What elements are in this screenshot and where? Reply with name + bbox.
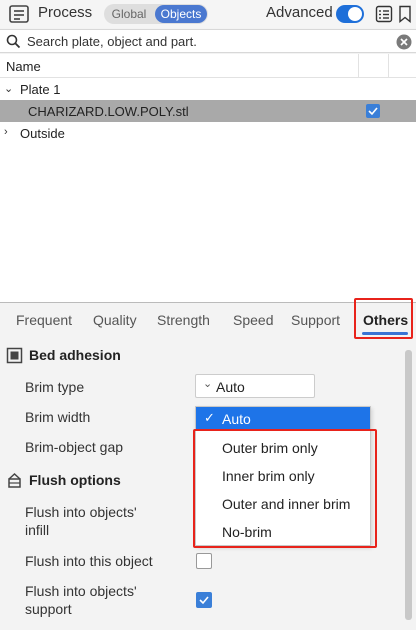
chevron-down-icon: ⌄ — [203, 378, 213, 390]
name-column-header[interactable]: Name — [6, 59, 41, 74]
check-icon: ✓ — [204, 410, 215, 425]
checkmark-icon — [199, 596, 209, 605]
column-divider — [388, 54, 389, 78]
process-settings-icon — [9, 5, 29, 23]
expand-down-icon[interactable]: ⌄ — [4, 82, 13, 95]
advanced-label: Advanced — [266, 4, 333, 21]
tab-strength[interactable]: Strength — [157, 312, 210, 328]
checkmark-icon — [368, 107, 378, 116]
tab-support[interactable]: Support — [291, 312, 340, 328]
tree-row-plate[interactable]: ⌄ Plate 1 — [0, 78, 416, 100]
highlight-box-others-tab — [354, 298, 413, 339]
search-icon — [6, 34, 21, 49]
plate-label: Plate 1 — [20, 82, 61, 97]
flush-infill-label-line1: Flush into objects' — [25, 504, 137, 520]
flush-support-label-line2: support — [25, 601, 72, 617]
panel-title: Process — [38, 4, 93, 21]
flush-options-icon — [8, 472, 21, 488]
tab-quality[interactable]: Quality — [93, 312, 137, 328]
brim-type-value: Auto — [216, 379, 245, 395]
flush-infill-label-line2: infill — [25, 522, 50, 538]
brim-width-label: Brim width — [25, 409, 91, 425]
object-tree: Name ⌄ Plate 1 CHARIZARD.LOW.POLY.stl › … — [0, 54, 416, 303]
global-objects-switch[interactable]: Global Objects — [104, 4, 208, 24]
outside-label: Outside — [20, 126, 65, 141]
save-preset-icon[interactable] — [397, 5, 413, 23]
expand-right-icon[interactable]: › — [4, 126, 8, 138]
highlight-box-brim-options — [193, 429, 377, 548]
tree-row-object[interactable]: CHARIZARD.LOW.POLY.stl — [0, 100, 416, 122]
dropdown-option-auto[interactable]: ✓ Auto — [196, 407, 370, 429]
advanced-toggle[interactable] — [336, 5, 364, 23]
flush-support-label-line1: Flush into objects' — [25, 583, 137, 599]
settings-scrollbar[interactable] — [405, 350, 412, 620]
compare-list-icon[interactable] — [375, 5, 393, 23]
tree-header: Name — [0, 54, 416, 78]
section-title-bed-adhesion: Bed adhesion — [29, 347, 121, 363]
object-label: CHARIZARD.LOW.POLY.stl — [28, 104, 189, 119]
search-bar — [0, 29, 416, 53]
object-checkbox[interactable] — [366, 104, 380, 118]
column-divider — [358, 54, 359, 78]
brim-object-gap-label: Brim-object gap — [25, 439, 124, 455]
flush-this-object-label: Flush into this object — [25, 553, 153, 569]
toggle-knob — [348, 7, 362, 21]
option-label: Auto — [222, 411, 251, 427]
process-header: Process Global Objects Advanced — [0, 0, 416, 28]
section-title-flush-options: Flush options — [29, 472, 121, 488]
brim-type-label: Brim type — [25, 379, 85, 395]
flush-this-object-checkbox[interactable] — [196, 553, 212, 569]
tab-frequent[interactable]: Frequent — [16, 312, 72, 328]
clear-search-icon[interactable] — [396, 34, 412, 50]
search-input[interactable] — [27, 32, 387, 51]
flush-support-checkbox[interactable] — [196, 592, 212, 608]
segment-global[interactable]: Global — [104, 7, 154, 21]
segment-objects[interactable]: Objects — [155, 5, 207, 23]
bed-adhesion-icon — [6, 347, 23, 364]
tab-speed[interactable]: Speed — [233, 312, 273, 328]
tree-row-outside[interactable]: › Outside — [0, 122, 416, 144]
brim-type-select[interactable]: ⌄ Auto — [195, 374, 315, 398]
